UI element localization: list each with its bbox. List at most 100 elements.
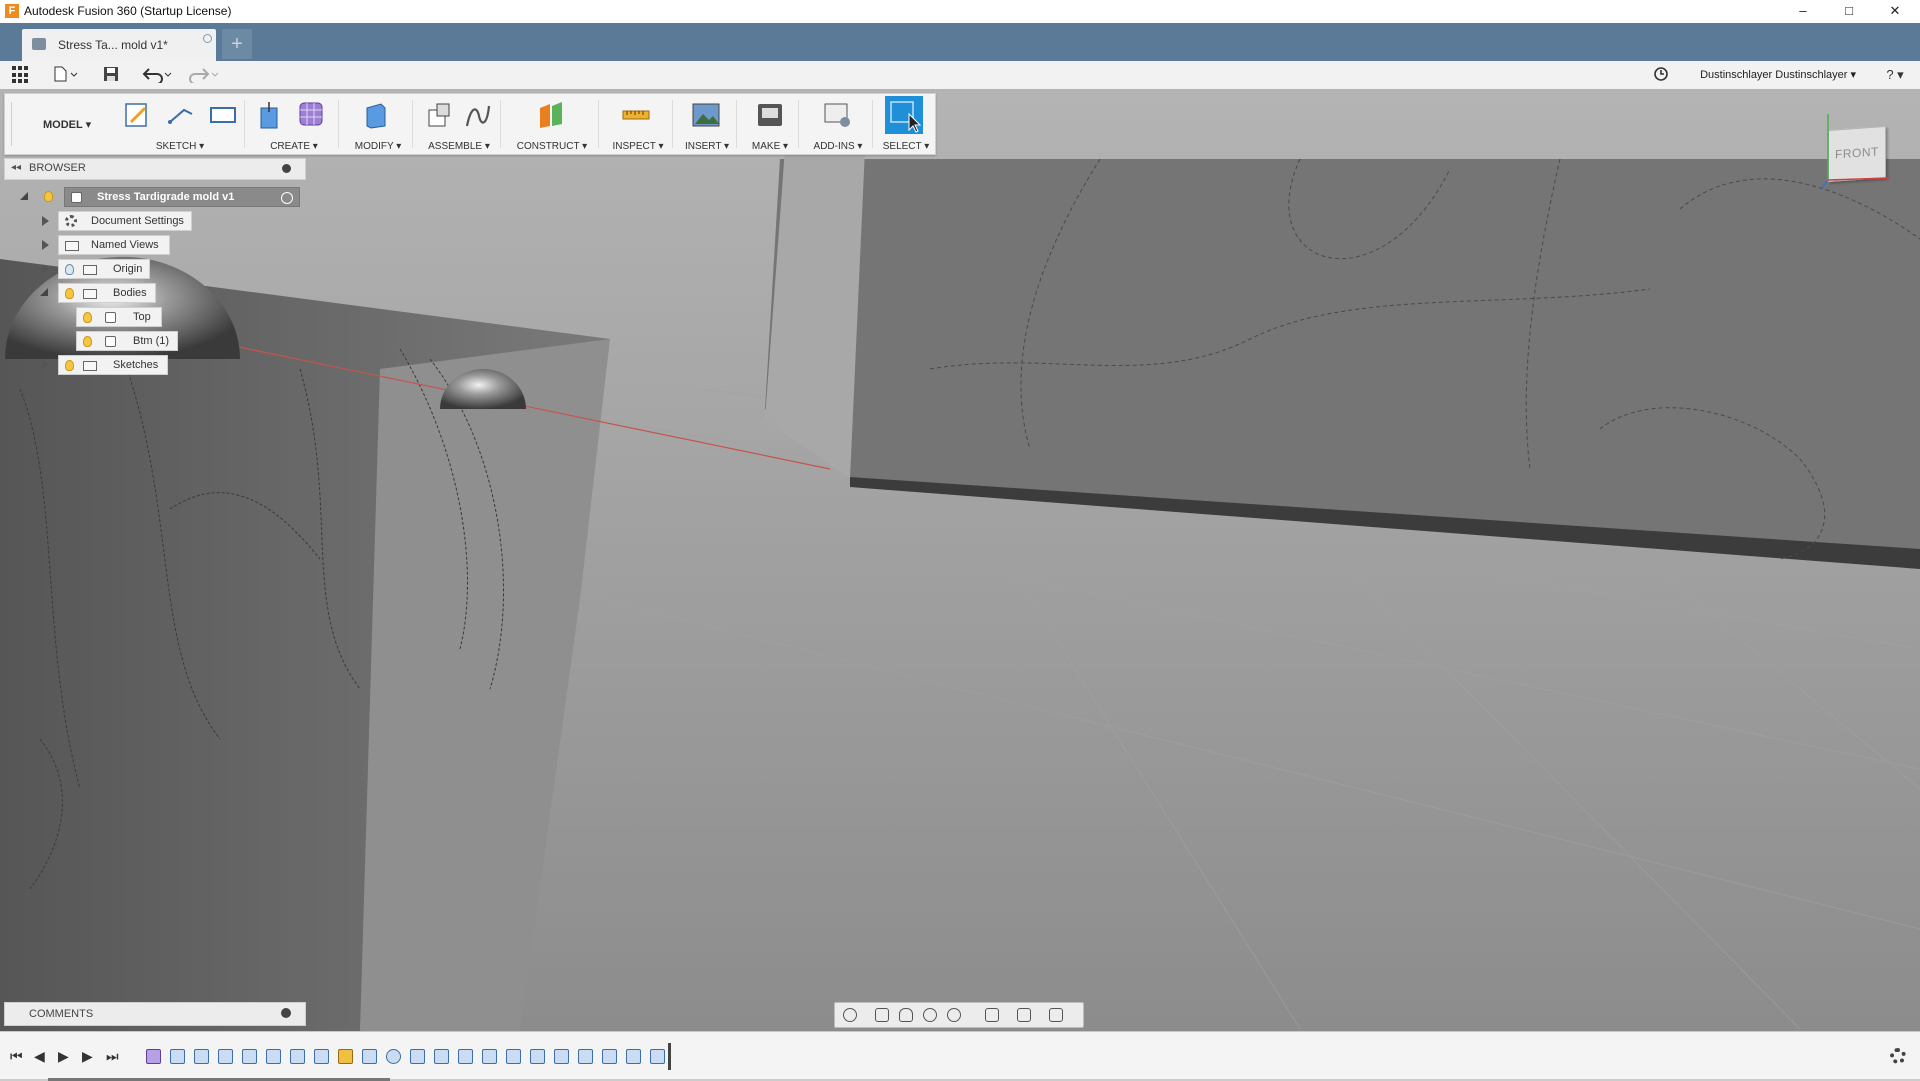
comments-add-icon[interactable] — [281, 1008, 291, 1018]
measure-icon[interactable] — [621, 100, 651, 130]
origin-node[interactable]: Origin — [58, 259, 150, 279]
timeline-feature[interactable] — [362, 1049, 377, 1064]
toolbar-group-inspect[interactable]: INSPECT ▾ — [603, 94, 673, 154]
expand-arrow-icon[interactable] — [42, 264, 49, 274]
timeline-feature[interactable] — [338, 1049, 353, 1064]
data-panel-button[interactable] — [12, 65, 30, 85]
document-tab[interactable]: Stress Ta... mold v1* ✕ — [22, 29, 232, 61]
save-button[interactable] — [100, 65, 122, 85]
timeline-feature[interactable] — [482, 1049, 497, 1064]
toolbar-group-assemble[interactable]: ASSEMBLE ▾ — [417, 94, 501, 154]
press-pull-icon[interactable] — [361, 100, 391, 130]
joint-icon[interactable] — [463, 100, 493, 130]
timeline-feature[interactable] — [242, 1049, 257, 1064]
line-icon[interactable] — [166, 100, 196, 130]
body-btm-node[interactable]: Btm (1) — [76, 331, 178, 351]
timeline-settings-icon[interactable] — [1890, 1048, 1906, 1064]
toolbar-group-create[interactable]: CREATE ▾ — [249, 94, 339, 154]
step-forward-icon[interactable]: ▶ — [82, 1048, 93, 1065]
toolbar-group-make[interactable]: MAKE ▾ — [741, 94, 799, 154]
fit-icon[interactable] — [947, 1008, 961, 1022]
toolbar-group-addins[interactable]: ADD-INS ▾ — [803, 94, 873, 154]
zoom-icon[interactable] — [923, 1008, 937, 1022]
timeline-feature[interactable] — [290, 1049, 305, 1064]
extrude-icon[interactable] — [257, 100, 287, 130]
timeline-feature[interactable] — [266, 1049, 281, 1064]
job-status-button[interactable] — [1650, 65, 1672, 85]
visibility-bulb-icon[interactable] — [83, 312, 92, 323]
3d-viewport[interactable] — [0, 89, 1920, 1031]
sketches-node[interactable]: Sketches — [58, 355, 168, 375]
user-account-menu[interactable]: Dustinschlayer Dustinschlayer ▾ — [1700, 68, 1856, 81]
visibility-bulb-icon[interactable] — [83, 336, 92, 347]
timeline-feature[interactable] — [386, 1049, 401, 1064]
look-at-icon[interactable] — [875, 1008, 889, 1022]
timeline-feature[interactable] — [506, 1049, 521, 1064]
timeline-feature[interactable] — [314, 1049, 329, 1064]
expand-arrow-icon[interactable] — [42, 216, 49, 226]
timeline-feature[interactable] — [554, 1049, 569, 1064]
timeline-feature[interactable] — [218, 1049, 233, 1064]
timeline-feature[interactable] — [194, 1049, 209, 1064]
timeline-feature[interactable] — [170, 1049, 185, 1064]
visibility-bulb-icon[interactable] — [44, 191, 53, 202]
pan-icon[interactable] — [899, 1008, 913, 1022]
collapse-panel-icon[interactable]: ◂◂ — [11, 162, 21, 173]
workspace-switcher[interactable]: MODEL ▾ — [15, 94, 110, 154]
timeline-feature[interactable] — [434, 1049, 449, 1064]
timeline-feature[interactable] — [530, 1049, 545, 1064]
close-button[interactable]: ✕ — [1872, 0, 1918, 23]
toolbar-group-construct[interactable]: CONSTRUCT ▾ — [505, 94, 599, 154]
3d-print-icon[interactable] — [755, 100, 785, 130]
viewports-icon[interactable] — [1049, 1008, 1063, 1022]
browser-pin-icon[interactable] — [282, 164, 291, 173]
redo-button[interactable] — [184, 65, 220, 85]
collapse-arrow-icon[interactable] — [40, 288, 48, 296]
offset-plane-icon[interactable] — [536, 100, 566, 130]
timeline-marker[interactable] — [668, 1043, 671, 1070]
form-icon[interactable] — [297, 100, 327, 130]
timeline-feature[interactable] — [146, 1049, 161, 1064]
select-tool-active[interactable] — [885, 96, 923, 134]
visibility-bulb-icon[interactable] — [65, 288, 74, 299]
grid-settings-icon[interactable] — [1017, 1008, 1031, 1022]
scripts-icon[interactable] — [823, 100, 853, 130]
visibility-bulb-icon[interactable] — [65, 264, 74, 275]
body-top-node[interactable]: Top — [76, 307, 162, 327]
bodies-node[interactable]: Bodies — [58, 283, 156, 303]
comments-panel[interactable]: COMMENTS — [4, 1002, 306, 1026]
create-sketch-icon[interactable] — [123, 100, 153, 130]
collapse-arrow-icon[interactable] — [20, 192, 28, 200]
new-component-icon[interactable] — [425, 100, 455, 130]
toolbar-group-modify[interactable]: MODIFY ▾ — [343, 94, 413, 154]
timeline-feature[interactable] — [578, 1049, 593, 1064]
expand-arrow-icon[interactable] — [42, 240, 49, 250]
timeline-feature[interactable] — [602, 1049, 617, 1064]
new-tab-button[interactable]: + — [222, 29, 252, 59]
play-icon[interactable]: ▶ — [58, 1048, 69, 1065]
timeline-feature[interactable] — [650, 1049, 665, 1064]
insert-image-icon[interactable] — [691, 100, 721, 130]
document-settings-node[interactable]: Document Settings — [58, 211, 192, 231]
rectangle-icon[interactable] — [208, 100, 238, 130]
step-back-icon[interactable]: ◀ — [34, 1048, 45, 1065]
orbit-icon[interactable] — [843, 1008, 857, 1022]
activate-radio-icon[interactable] — [281, 192, 293, 204]
visibility-bulb-icon[interactable] — [65, 360, 74, 371]
minimize-button[interactable]: – — [1780, 0, 1826, 23]
file-menu-button[interactable] — [52, 65, 80, 85]
toolbar-group-insert[interactable]: INSERT ▾ — [677, 94, 737, 154]
browser-panel-header[interactable]: ◂◂ BROWSER — [4, 158, 306, 180]
go-to-end-icon[interactable]: ⏭ — [106, 1048, 119, 1065]
timeline-feature[interactable] — [458, 1049, 473, 1064]
expand-arrow-icon[interactable] — [42, 360, 49, 370]
maximize-button[interactable]: □ — [1826, 0, 1872, 23]
timeline-feature[interactable] — [626, 1049, 641, 1064]
root-component-node[interactable]: Stress Tardigrade mold v1 — [64, 187, 300, 207]
undo-button[interactable] — [140, 65, 176, 85]
toolbar-group-select[interactable]: SELECT ▾ — [877, 94, 935, 154]
timeline-feature[interactable] — [410, 1049, 425, 1064]
help-button[interactable]: ? ▾ — [1880, 65, 1910, 85]
display-settings-icon[interactable] — [985, 1008, 999, 1022]
go-to-start-icon[interactable]: ⏮ — [10, 1048, 23, 1065]
